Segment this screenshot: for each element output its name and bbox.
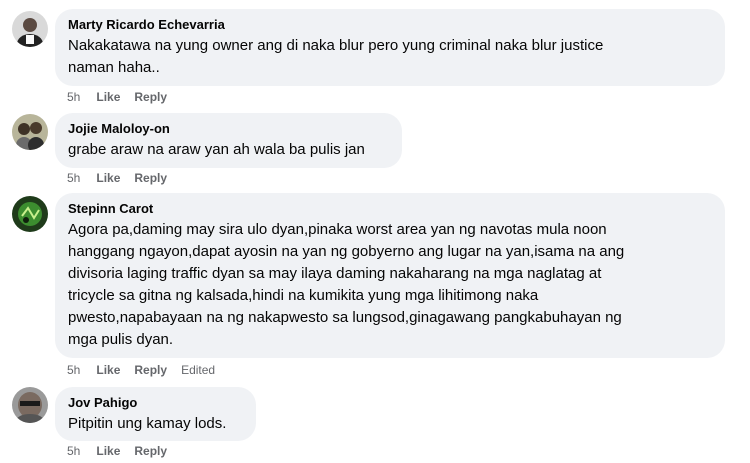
comment-text: Agora pa,daming may sira ulo dyan,pinaka… <box>68 219 713 351</box>
comment-actions: 5h Like Reply <box>67 89 181 105</box>
comment-text-line: Nakakatawa na yung owner ang di naka blu… <box>68 37 604 54</box>
reply-button[interactable]: Reply <box>134 170 167 186</box>
comment-text-line: Pitpitin ung kamay lods. <box>68 415 227 432</box>
comment-text-line: divisoria laging traffic dyan sa may ila… <box>68 265 602 282</box>
profile-photo-icon <box>12 11 48 47</box>
comment-text-line: hanggang ngayon,dapat ayosin na yan ng g… <box>68 243 625 260</box>
comment-text-line: naman haha.. <box>68 59 160 76</box>
comment-author[interactable]: Jov Pahigo <box>68 395 244 411</box>
reply-button[interactable]: Reply <box>134 362 167 378</box>
like-button[interactable]: Like <box>96 170 120 186</box>
comment-text: Pitpitin ung kamay lods. <box>68 413 244 435</box>
comment-bubble: Marty Ricardo Echevarria Nakakatawa na y… <box>55 9 725 86</box>
edited-label: Edited <box>181 363 216 377</box>
comment-author[interactable]: Jojie Maloloy-on <box>68 121 390 137</box>
profile-photo-icon <box>12 387 48 423</box>
timestamp[interactable]: 5h <box>67 89 80 105</box>
comment-text-line: tricycle sa gitna ng kalsada,hindi na ku… <box>68 287 539 304</box>
avatar[interactable] <box>12 11 48 47</box>
avatar[interactable] <box>12 387 48 423</box>
comment-actions: 5h Like Reply <box>67 443 181 459</box>
avatar[interactable] <box>12 196 48 232</box>
comment-text: Nakakatawa na yung owner ang di naka blu… <box>68 35 713 79</box>
comment-text-line: grabe araw na araw yan ah wala ba pulis … <box>68 141 365 158</box>
like-button[interactable]: Like <box>96 362 120 378</box>
comment-text-line: pwesto,napabayaan na ng nakapwesto sa lu… <box>68 309 622 326</box>
comment-author[interactable]: Stepinn Carot <box>68 201 713 217</box>
comment-text: grabe araw na araw yan ah wala ba pulis … <box>68 139 390 161</box>
reply-button[interactable]: Reply <box>134 443 167 459</box>
timestamp[interactable]: 5h <box>67 362 80 378</box>
comment-bubble: Jov Pahigo Pitpitin ung kamay lods. <box>55 387 256 441</box>
avatar[interactable] <box>12 114 48 150</box>
like-button[interactable]: Like <box>96 443 120 459</box>
comment-author[interactable]: Marty Ricardo Echevarria <box>68 17 713 33</box>
comment-bubble: Stepinn Carot Agora pa,daming may sira u… <box>55 193 725 358</box>
comment-actions: 5h Like Reply <box>67 170 181 186</box>
profile-photo-icon <box>12 196 48 232</box>
comment-actions: 5h Like Reply Edited <box>67 362 229 378</box>
comment-bubble: Jojie Maloloy-on grabe araw na araw yan … <box>55 113 402 168</box>
timestamp[interactable]: 5h <box>67 443 80 459</box>
comment-text-line: Agora pa,daming may sira ulo dyan,pinaka… <box>68 221 607 238</box>
like-button[interactable]: Like <box>96 89 120 105</box>
reply-button[interactable]: Reply <box>134 89 167 105</box>
profile-photo-icon <box>12 114 48 150</box>
timestamp[interactable]: 5h <box>67 170 80 186</box>
comment-text-line: mga pulis dyan. <box>68 331 174 348</box>
